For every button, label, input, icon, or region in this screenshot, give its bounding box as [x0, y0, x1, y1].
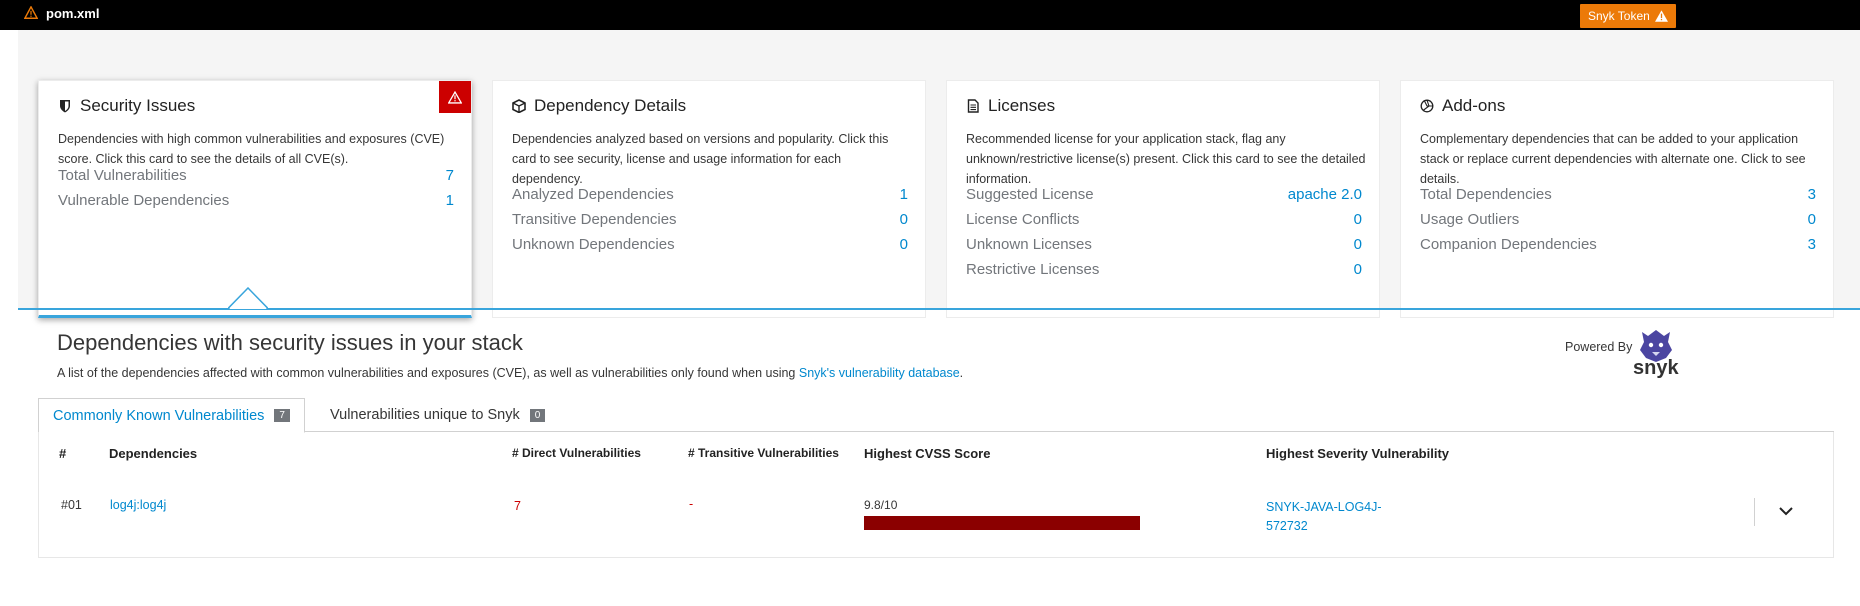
- column-header: Dependencies: [109, 446, 198, 461]
- card-licenses[interactable]: Licenses Recommended license for your ap…: [946, 80, 1380, 318]
- card-dependency-details[interactable]: Dependency Details Dependencies analyzed…: [492, 80, 926, 318]
- card-add-ons[interactable]: Add-ons Complementary dependencies that …: [1400, 80, 1834, 318]
- cvss-score-bar: [864, 516, 1140, 530]
- chevron-down-icon[interactable]: [1777, 502, 1795, 520]
- stat-row: Transitive Dependencies 0: [512, 207, 908, 232]
- stat-row: Unknown Dependencies 0: [512, 232, 908, 257]
- stat-row: Total Dependencies 3: [1420, 182, 1816, 207]
- document-icon: [967, 99, 979, 113]
- card-title: Dependency Details: [512, 96, 686, 116]
- cvss-score: 9.8/10: [864, 498, 898, 512]
- severity-vulnerability-link[interactable]: SNYK-JAVA-LOG4J- 572732: [1266, 498, 1382, 536]
- snyk-token-button[interactable]: Snyk Token: [1580, 4, 1676, 28]
- stat-value: 0: [1353, 236, 1362, 253]
- column-header: Highest CVSS Score: [864, 446, 991, 461]
- card-stats: Suggested License apache 2.0 License Conf…: [966, 182, 1362, 282]
- stat-value: 0: [1353, 211, 1362, 228]
- warning-icon: [448, 90, 462, 104]
- card-title: Licenses: [966, 96, 1055, 116]
- card-pointer-arrow: [228, 287, 268, 309]
- section-subtitle: A list of the dependencies affected with…: [57, 366, 964, 380]
- stat-row: License Conflicts 0: [966, 207, 1362, 232]
- card-title: Add-ons: [1420, 96, 1505, 116]
- stat-row: Unknown Licenses 0: [966, 232, 1362, 257]
- stat-value: 1: [899, 186, 908, 203]
- stat-row: Analyzed Dependencies 1: [512, 182, 908, 207]
- card-stats: Total Dependencies 3 Usage Outliers 0 Comp…: [1420, 182, 1816, 257]
- stat-value: apache 2.0: [1287, 186, 1362, 203]
- stat-value: 1: [445, 192, 454, 209]
- top-bar: pom.xml Snyk Token: [0, 0, 1860, 30]
- stat-row: Total Vulnerabilities 7: [58, 163, 454, 188]
- stat-row: Vulnerable Dependencies 1: [58, 188, 454, 213]
- snyk-database-link[interactable]: Snyk's vulnerability database: [799, 366, 960, 380]
- card-description: Dependencies analyzed based on versions …: [512, 132, 889, 186]
- transitive-vulnerabilities: -: [689, 497, 694, 511]
- row-index: #01: [61, 498, 82, 512]
- stat-row: Restrictive Licenses 0: [966, 257, 1362, 282]
- stat-value: 0: [899, 211, 908, 228]
- card-stats: Total Vulnerabilities 7 Vulnerable Depend…: [58, 163, 454, 213]
- card-title: Security Issues: [58, 96, 195, 116]
- section-divider: [18, 308, 1860, 310]
- snyk-token-label: Snyk Token: [1588, 9, 1650, 23]
- card-description: Complementary dependencies that can be a…: [1420, 132, 1806, 186]
- stat-value: 7: [445, 167, 454, 184]
- card-stats: Analyzed Dependencies 1 Transitive Depend…: [512, 182, 908, 257]
- stat-value: 0: [1353, 261, 1362, 278]
- vulnerability-table: # Dependencies # Direct Vulnerabilities …: [38, 432, 1834, 558]
- section-title: Dependencies with security issues in you…: [57, 330, 523, 355]
- warning-icon: [1654, 10, 1668, 22]
- summary-cards: Security Issues Dependencies with high c…: [18, 30, 1860, 318]
- dependency-link[interactable]: log4j:log4j: [110, 498, 166, 512]
- vulnerability-tabs: Commonly Known Vulnerabilities 7 Vulnera…: [38, 398, 1834, 433]
- warning-icon: [24, 6, 38, 19]
- stat-row: Companion Dependencies 3: [1420, 232, 1816, 257]
- stat-value: 0: [899, 236, 908, 253]
- column-header: # Direct Vulnerabilities: [512, 446, 641, 460]
- stat-value: 0: [1807, 211, 1816, 228]
- count-badge: 7: [274, 409, 290, 422]
- card-description: Recommended license for your application…: [966, 132, 1366, 186]
- cube-icon: [512, 99, 526, 113]
- count-badge: 0: [529, 408, 546, 422]
- direct-vulnerabilities: 7: [514, 499, 521, 513]
- column-header: # Transitive Vulnerabilities: [688, 446, 839, 460]
- tab-commonly-known-vulnerabilities[interactable]: Commonly Known Vulnerabilities 7: [38, 398, 305, 433]
- stat-row: Suggested License apache 2.0: [966, 182, 1362, 207]
- stat-row: Usage Outliers 0: [1420, 207, 1816, 232]
- column-header: #: [59, 446, 67, 461]
- card-security-issues[interactable]: Security Issues Dependencies with high c…: [38, 80, 472, 318]
- powered-by-label: Powered By: [1565, 340, 1633, 354]
- stat-value: 3: [1807, 186, 1816, 203]
- column-header: Highest Severity Vulnerability: [1266, 446, 1450, 461]
- snyk-logo-text: snyk: [1633, 357, 1679, 379]
- shield-icon: [60, 100, 70, 113]
- file-name: pom.xml: [46, 6, 100, 21]
- tab-vulnerabilities-unique-to-snyk[interactable]: Vulnerabilities unique to Snyk 0: [316, 398, 559, 432]
- stat-value: 3: [1807, 236, 1816, 253]
- alert-badge: [439, 81, 471, 113]
- divider: [1754, 498, 1755, 526]
- cubes-icon: [1420, 99, 1434, 113]
